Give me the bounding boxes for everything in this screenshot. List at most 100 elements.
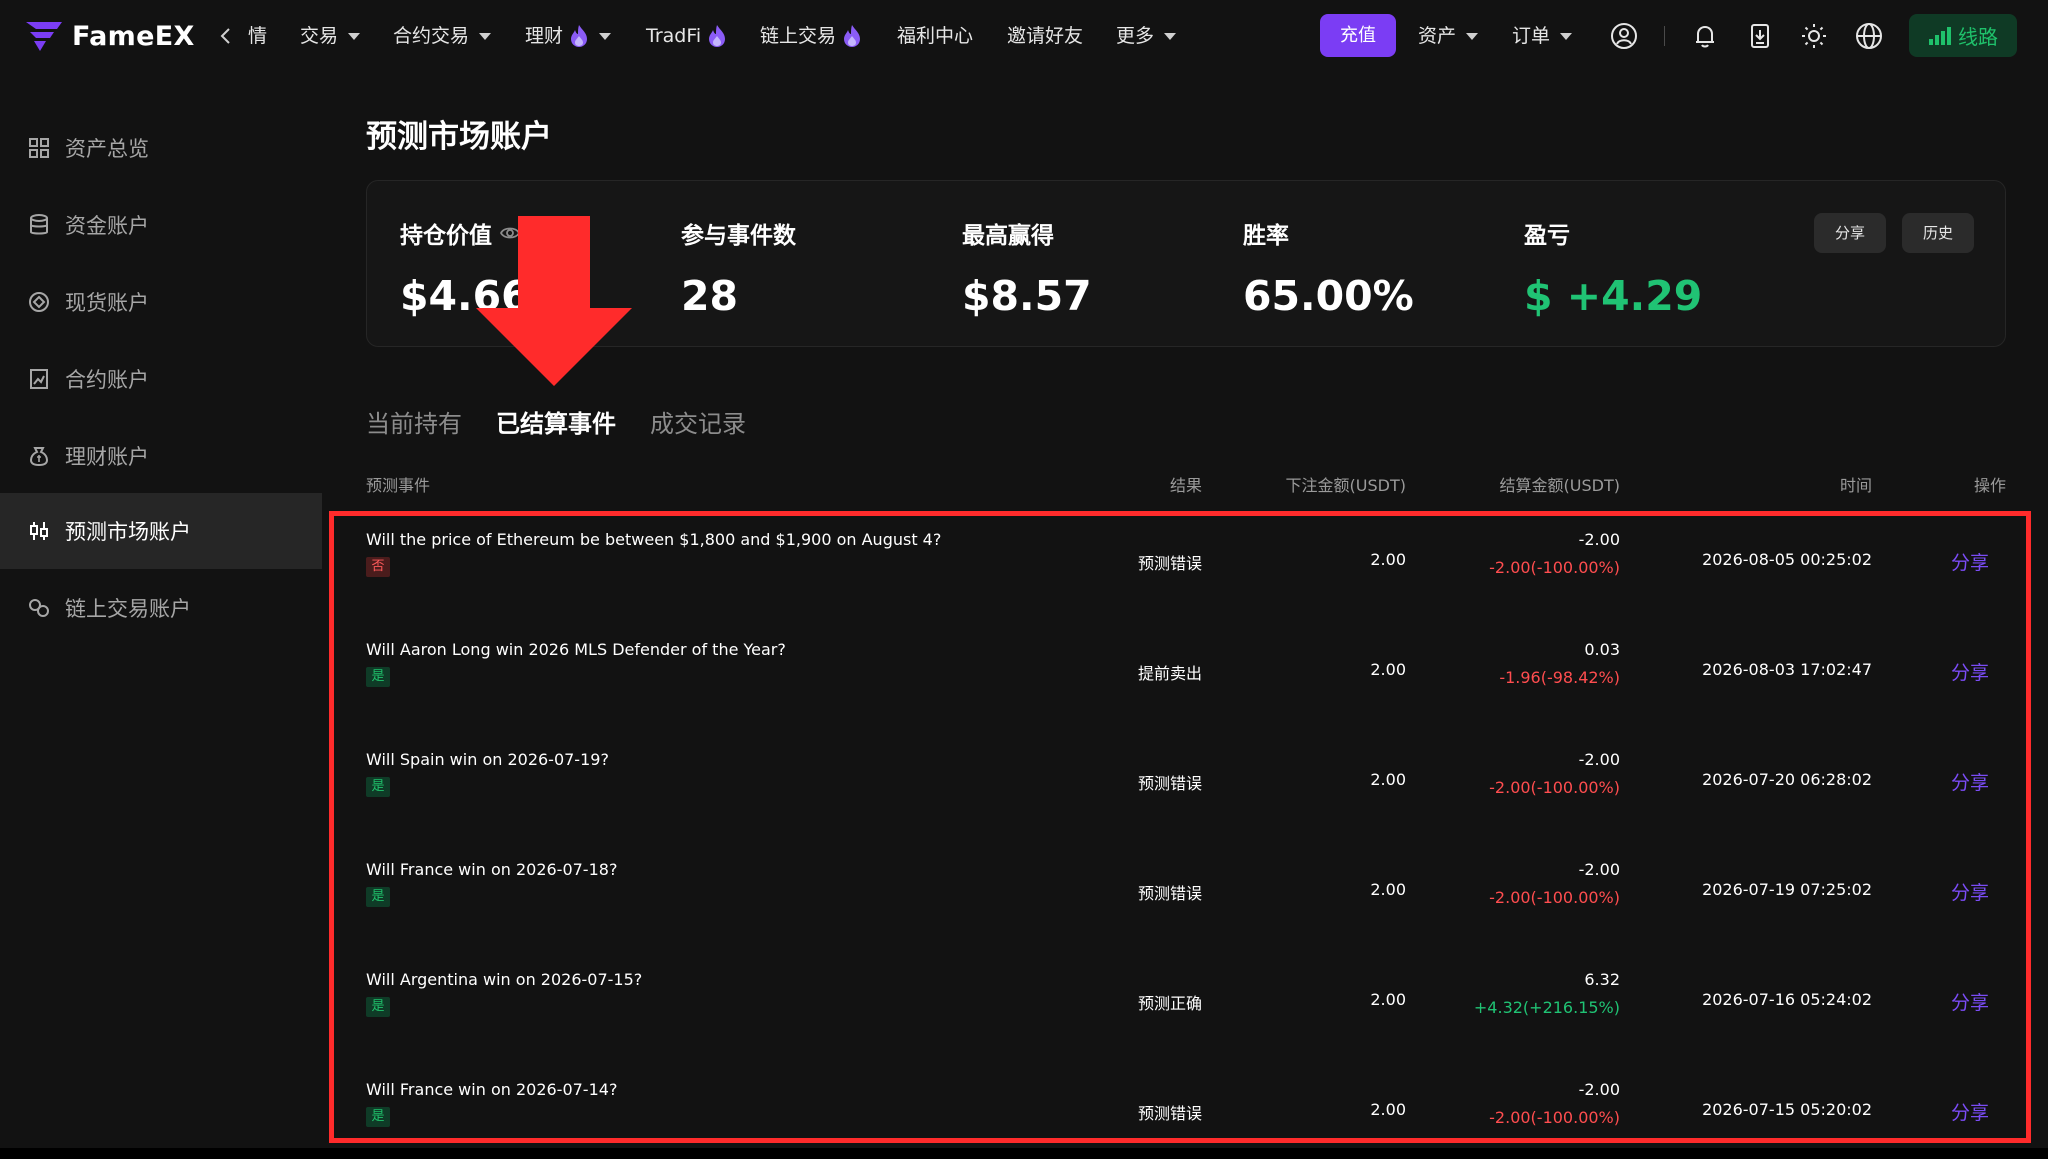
share-link[interactable]: 分享 — [1951, 768, 1989, 795]
nav-item-orders[interactable]: 订单 — [1512, 20, 1573, 52]
result-cell: 提前卖出 — [1137, 664, 1202, 683]
stat-label: 最高赢得 — [962, 223, 1054, 249]
time-cell: 2026-07-16 05:24:02 — [1702, 990, 1872, 1009]
sidebar-item-contract[interactable]: 合约账户 — [0, 341, 322, 417]
nav-item-trade[interactable]: 交易 — [300, 20, 361, 52]
brand-logo[interactable]: FameEX — [24, 16, 195, 56]
nav-item-wealth[interactable]: 理财 — [525, 20, 612, 52]
spot-icon — [29, 292, 49, 312]
share-button[interactable]: 分享 — [1814, 213, 1886, 253]
nav-item-label: 更多 — [1116, 25, 1155, 47]
wealth-icon — [29, 447, 49, 467]
event-title[interactable]: Will the price of Ethereum be between $1… — [366, 530, 941, 549]
time-cell: 2026-07-20 06:28:02 — [1702, 770, 1872, 789]
brand-name: FameEX — [72, 20, 195, 52]
app-window: FameEX 情 交易 合约交易 理财 TradFi 链上交易 福利中心 邀请好… — [0, 0, 2048, 1148]
time-cell: 2026-07-15 05:20:02 — [1702, 1100, 1872, 1119]
sidebar-item-label: 理财账户 — [65, 445, 149, 469]
nav-item-label: 理财 — [525, 25, 564, 47]
tab-settled-events[interactable]: 已结算事件 — [496, 404, 616, 440]
sidebar-item-prediction[interactable]: 预测市场账户 — [0, 493, 322, 569]
bet-amount-cell: 2.00 — [1370, 660, 1406, 679]
nav-item-rewards[interactable]: 福利中心 — [897, 20, 973, 52]
outcome-tag: 是 — [366, 667, 390, 687]
user-icon[interactable] — [1610, 22, 1638, 50]
sidebar-item-onchain[interactable]: 链上交易账户 — [0, 570, 322, 646]
page-title: 预测市场账户 — [366, 119, 552, 155]
nav-item-invite[interactable]: 邀请好友 — [1007, 20, 1083, 52]
share-link[interactable]: 分享 — [1951, 548, 1989, 575]
time-cell: 2026-08-03 17:02:47 — [1702, 660, 1872, 679]
globe-icon[interactable] — [1855, 22, 1883, 50]
nav-item-label: 交易 — [300, 25, 339, 47]
stat-label: 胜率 — [1243, 223, 1289, 249]
event-title[interactable]: Will France win on 2026-07-18? — [366, 860, 617, 879]
share-link[interactable]: 分享 — [1951, 988, 1989, 1015]
settle-amount-cell: 6.32 — [1584, 970, 1620, 989]
share-link[interactable]: 分享 — [1951, 1098, 1989, 1125]
top-navigation: FameEX 情 交易 合约交易 理财 TradFi 链上交易 福利中心 邀请好… — [0, 0, 2048, 72]
outcome-tag: 是 — [366, 777, 390, 797]
history-button[interactable]: 历史 — [1902, 213, 1974, 253]
share-link[interactable]: 分享 — [1951, 878, 1989, 905]
column-header-time: 时间 — [1839, 476, 1872, 495]
pnl-cell: -2.00(-100.00%) — [1489, 1108, 1620, 1127]
prediction-icon — [30, 522, 48, 540]
nav-item-market-cut[interactable]: 情 — [248, 20, 267, 52]
settle-amount-cell: -2.00 — [1578, 530, 1620, 549]
caret-down-icon — [348, 32, 361, 40]
bet-amount-cell: 2.00 — [1370, 880, 1406, 899]
chevron-left-icon[interactable] — [218, 22, 232, 50]
sidebar-item-overview[interactable]: 资产总览 — [0, 110, 322, 186]
settle-amount-cell: -2.00 — [1578, 1080, 1620, 1099]
stat-value: $ +4.29 — [1524, 272, 1703, 320]
column-header-action: 操作 — [1973, 476, 2006, 495]
deposit-button[interactable]: 充值 — [1320, 14, 1396, 57]
result-cell: 预测错误 — [1137, 774, 1202, 793]
route-button[interactable]: 线路 — [1909, 14, 2017, 57]
event-title[interactable]: Will Spain win on 2026-07-19? — [366, 750, 609, 769]
pnl-cell: -1.96(-98.42%) — [1499, 668, 1620, 687]
result-cell: 预测正确 — [1137, 994, 1202, 1013]
signal-icon — [1929, 26, 1951, 45]
nav-item-tradfi[interactable]: TradFi — [646, 20, 727, 52]
stat-value: 65.00% — [1243, 272, 1414, 320]
caret-down-icon — [1466, 32, 1479, 40]
event-title[interactable]: Will Argentina win on 2026-07-15? — [366, 970, 642, 989]
bell-icon[interactable] — [1691, 22, 1719, 50]
column-header-result: 结果 — [1169, 476, 1202, 495]
stat-events: 参与事件数 28 — [681, 216, 796, 320]
fameex-logo-icon — [26, 22, 62, 51]
sidebar-item-wealth[interactable]: 理财账户 — [0, 418, 322, 494]
pnl-cell: +4.32(+216.15%) — [1473, 998, 1620, 1017]
nav-item-label: TradFi — [646, 25, 702, 47]
download-icon[interactable] — [1746, 22, 1774, 50]
table-row: Will France win on 2026-07-18? 是 预测错误 2.00 -… — [366, 844, 2006, 954]
sidebar-item-label: 链上交易账户 — [65, 597, 191, 621]
bet-amount-cell: 2.00 — [1370, 1100, 1406, 1119]
tab-trade-history[interactable]: 成交记录 — [650, 404, 746, 440]
sidebar-item-funding[interactable]: 资金账户 — [0, 187, 322, 263]
tab-current-holdings[interactable]: 当前持有 — [366, 404, 462, 440]
result-cell: 预测错误 — [1137, 884, 1202, 903]
nav-item-more[interactable]: 更多 — [1116, 20, 1177, 52]
fire-icon — [709, 25, 726, 47]
nav-item-assets[interactable]: 资产 — [1418, 20, 1479, 52]
column-header-event: 预测事件 — [366, 476, 431, 495]
sidebar-item-label: 资金账户 — [65, 214, 149, 238]
nav-item-futures[interactable]: 合约交易 — [393, 20, 492, 52]
nav-item-onchain[interactable]: 链上交易 — [760, 20, 862, 52]
nav-item-label: 福利中心 — [897, 25, 974, 47]
outcome-tag: 是 — [366, 1107, 390, 1127]
pnl-cell: -2.00(-100.00%) — [1489, 778, 1620, 797]
sun-icon[interactable] — [1800, 22, 1828, 50]
stat-label: 盈亏 — [1524, 223, 1570, 249]
event-title[interactable]: Will Aaron Long win 2026 MLS Defender of… — [366, 640, 786, 659]
sidebar-item-spot[interactable]: 现货账户 — [0, 264, 322, 340]
event-title[interactable]: Will France win on 2026-07-14? — [366, 1080, 617, 1099]
nav-item-label: 合约交易 — [393, 25, 470, 47]
share-link[interactable]: 分享 — [1951, 658, 1989, 685]
nav-item-label: 资产 — [1418, 25, 1457, 47]
sidebar-item-label: 合约账户 — [65, 368, 149, 392]
result-cell: 预测错误 — [1137, 554, 1202, 573]
